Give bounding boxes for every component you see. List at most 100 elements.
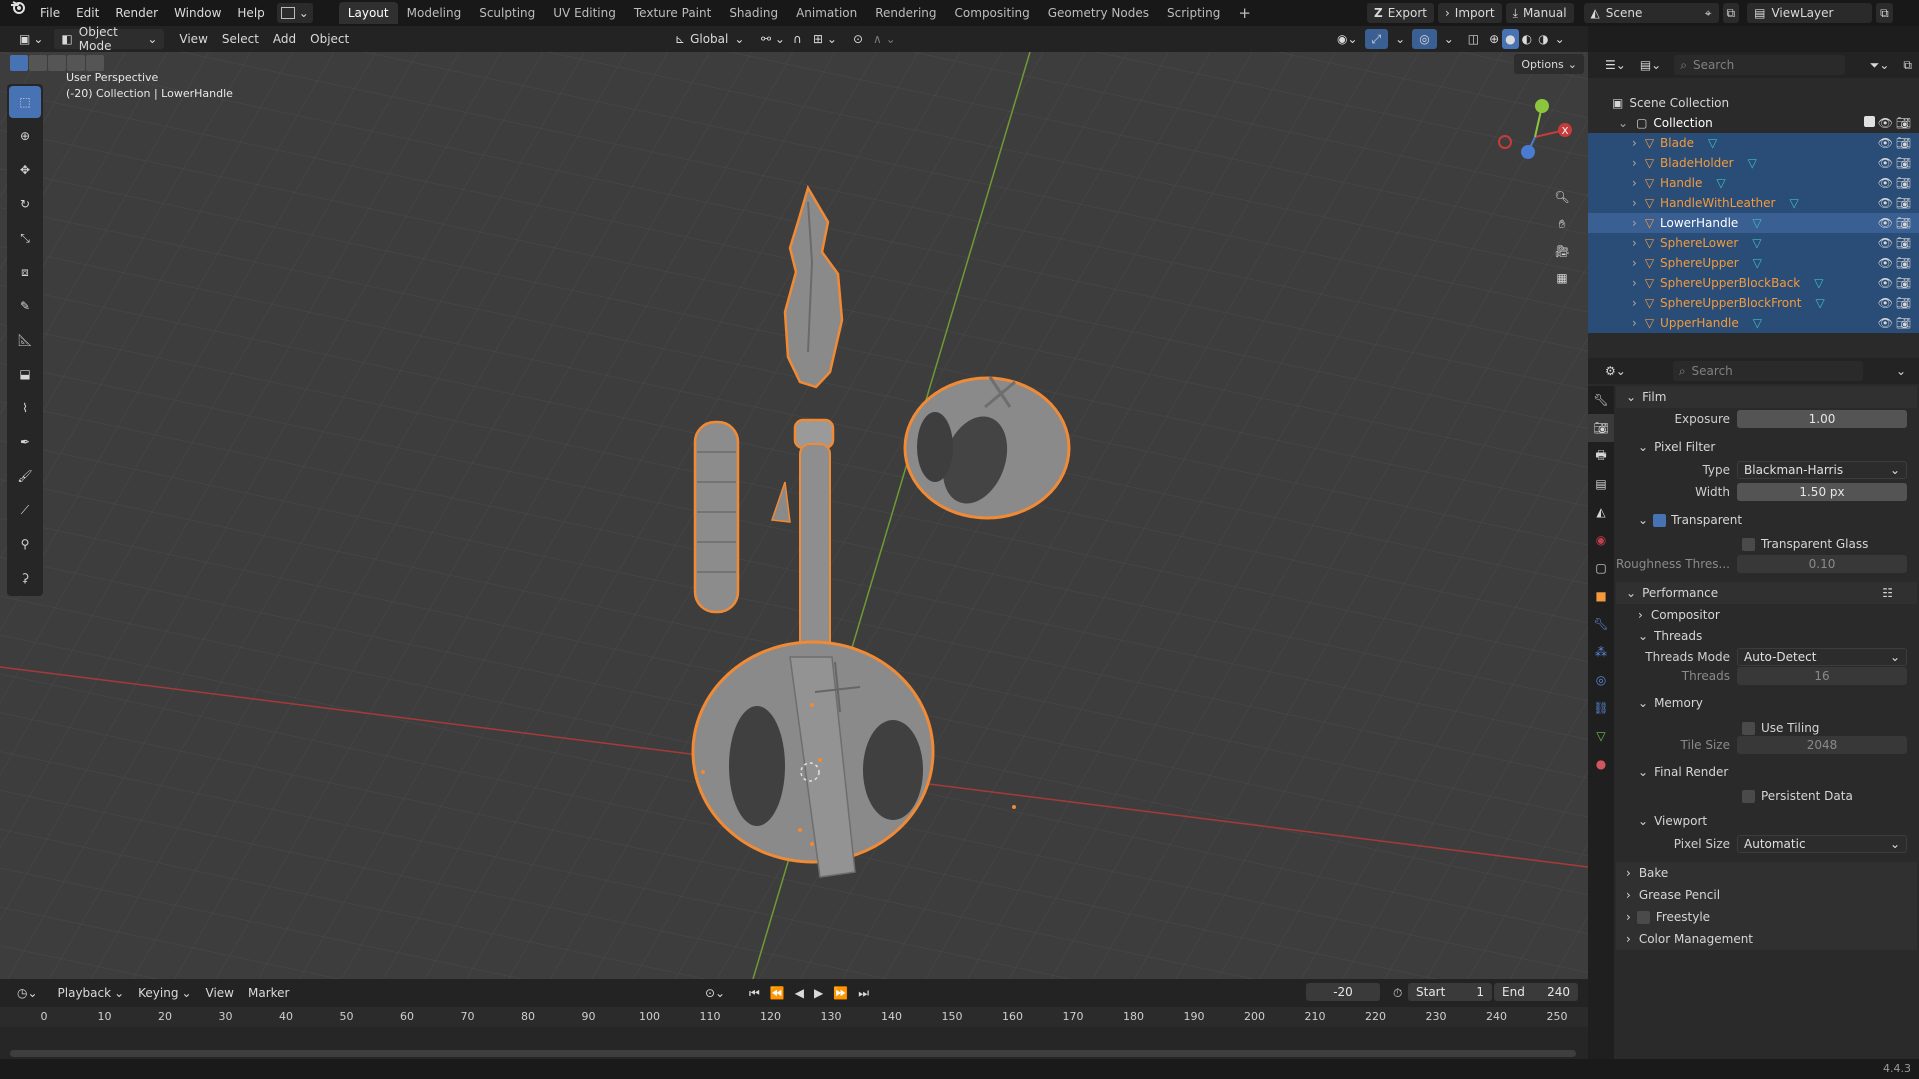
mode-selector[interactable]: ◧ Object Mode ⌄ (54, 25, 165, 53)
outliner-row-sphereupperblockfront[interactable]: › ▽ SphereUpperBlockFront ▽ 👁︎ 📷︎ (1588, 293, 1919, 313)
pixel-size-dropdown[interactable]: Automatic ⌄ (1737, 835, 1907, 853)
start-frame-field[interactable]: Start 1 (1408, 983, 1492, 1001)
tile-size-field[interactable]: 2048 (1737, 736, 1907, 754)
import-button[interactable]: › Import (1437, 3, 1502, 23)
camera-icon[interactable]: 📷︎ (1896, 216, 1911, 230)
chevron-right-icon[interactable]: › (1632, 196, 1637, 210)
select-subtract-icon[interactable] (48, 55, 66, 71)
outliner-search[interactable]: ⌕ Search (1674, 55, 1845, 75)
eye-icon[interactable]: 👁︎ (1878, 256, 1893, 270)
jump-end-icon[interactable]: ⏭ (854, 983, 873, 1003)
chevron-right-icon[interactable]: › (1632, 276, 1637, 290)
exposure-field[interactable]: 1.00 (1737, 410, 1907, 428)
new-view-layer-button[interactable]: ⧉ (1876, 3, 1893, 23)
select-invert-icon[interactable] (67, 55, 85, 71)
select-new-icon[interactable] (10, 55, 28, 71)
brush-icon[interactable]: 🖌︎ (9, 460, 41, 492)
constraints-tab-icon[interactable]: ⛓︎ (1588, 694, 1614, 722)
tab-geometry-nodes[interactable]: Geometry Nodes (1039, 2, 1158, 24)
bake-panel-header[interactable]: › Bake (1616, 862, 1917, 884)
chevron-right-icon[interactable]: › (1632, 316, 1637, 330)
tab-animation[interactable]: Animation (787, 2, 866, 24)
options-dropdown[interactable]: Options ⌄ (1514, 54, 1584, 74)
chevron-right-icon[interactable]: › (1632, 256, 1637, 270)
outliner-row-lowerhandle[interactable]: › ▽ LowerHandle ▽ 👁︎ 📷︎ (1588, 213, 1919, 233)
snap-target[interactable]: ⊞ ⌄ (806, 29, 844, 49)
overlay-dropdown[interactable]: ⌄ (1437, 29, 1461, 49)
chevron-right-icon[interactable]: › (1632, 216, 1637, 230)
threads-mode-dropdown[interactable]: Auto-Detect ⌄ (1737, 648, 1907, 666)
eye-icon[interactable]: 👁︎ (1878, 236, 1893, 250)
xray-toggle-icon[interactable]: ◫ (1461, 29, 1486, 49)
eye-icon[interactable]: 👁︎ (1878, 316, 1893, 330)
roughness-threshold-field[interactable]: 0.10 (1737, 555, 1907, 573)
outliner-row-upperhandle[interactable]: › ▽ UpperHandle ▽ 👁︎ 📷︎ (1588, 313, 1919, 333)
vertex-paint-icon[interactable]: ⚲ (9, 528, 41, 560)
threads-field[interactable]: 16 (1737, 667, 1907, 685)
camera-icon[interactable]: 📷︎ (1896, 136, 1911, 150)
timeline-view-menu[interactable]: View (199, 983, 241, 1003)
annotate-icon[interactable]: ✎ (9, 290, 41, 322)
outliner-row-spherelower[interactable]: › ▽ SphereLower ▽ 👁︎ 📷︎ (1588, 233, 1919, 253)
render-tab-icon[interactable]: 📷︎ (1588, 414, 1614, 442)
measure-icon[interactable]: 📐︎ (9, 324, 41, 356)
pen-icon[interactable]: ✒ (9, 426, 41, 458)
viewport-scene[interactable] (0, 52, 1588, 979)
camera-icon[interactable]: 📷︎ (1896, 196, 1911, 210)
eye-icon[interactable]: 👁︎ (1878, 276, 1893, 290)
menu-select[interactable]: Select (215, 29, 266, 49)
overlay-toggle-icon[interactable]: ◎ (1412, 29, 1437, 49)
data-tab-icon[interactable]: ▽ (1588, 722, 1614, 750)
final-render-subpanel[interactable]: ⌄ Final Render (1616, 761, 1917, 783)
shading-dropdown[interactable]: ⌄ (1552, 29, 1568, 49)
export-button[interactable]: Z Export (1367, 3, 1434, 23)
compositor-subpanel[interactable]: › Compositor (1616, 604, 1917, 626)
scene-selector[interactable]: ◭ Scene ⌖ (1583, 3, 1719, 23)
outliner-editor-type[interactable]: ☰⌄ (1598, 55, 1633, 75)
scene-collection-row[interactable]: ▣ Scene Collection (1588, 93, 1919, 113)
select-intersect-icon[interactable] (86, 55, 104, 71)
blender-icon[interactable] (0, 0, 32, 26)
orientation-selector[interactable]: ⊾ Global ⌄ (668, 29, 751, 49)
chevron-down-icon[interactable]: ⌄ (1889, 361, 1913, 381)
pixel-filter-subpanel[interactable]: ⌄ Pixel Filter (1616, 436, 1917, 458)
rotate-icon[interactable]: ↻ (9, 188, 41, 220)
camera-icon[interactable]: 📷︎ (1896, 156, 1911, 170)
camera-icon[interactable]: 📷︎ (1896, 276, 1911, 290)
output-tab-icon[interactable]: 🖶︎ (1588, 442, 1614, 470)
wireframe-shading-icon[interactable]: ⊕ (1486, 29, 1502, 49)
zoom-icon[interactable]: 🔍︎ (1550, 185, 1574, 209)
material-tab-icon[interactable]: ● (1588, 750, 1614, 778)
color-management-panel-header[interactable]: › Color Management (1616, 928, 1917, 950)
chevron-right-icon[interactable]: › (1632, 236, 1637, 250)
tab-uv-editing[interactable]: UV Editing (544, 2, 625, 24)
outliner-row-blade[interactable]: › ▽ Blade ▽ 👁︎ 📷︎ (1588, 133, 1919, 153)
use-tiling-checkbox[interactable] (1742, 721, 1755, 735)
outliner-row-handle[interactable]: › ▽ Handle ▽ 👁︎ 📷︎ (1588, 173, 1919, 193)
jump-keyframe-back-icon[interactable]: ⏪ (766, 983, 789, 1003)
keying-menu[interactable]: Keying ⌄ (131, 983, 198, 1003)
tab-layout[interactable]: Layout (338, 2, 398, 24)
timeline-body[interactable]: 0 10 20 30 40 50 60 70 80 90 100 110 120 130 140 150 160… (0, 1007, 1588, 1059)
solid-shading-icon[interactable]: ● (1502, 29, 1519, 49)
transform-icon[interactable]: ⧈ (9, 256, 41, 288)
sphere-upper-mesh[interactable] (903, 376, 1071, 520)
jump-keyframe-forward-icon[interactable]: ⏩ (829, 983, 852, 1003)
gizmo-toggle-icon[interactable]: ⤢ (1364, 29, 1389, 49)
menu-edit[interactable]: Edit (68, 0, 107, 26)
playback-menu[interactable]: Playback ⌄ (51, 983, 132, 1003)
scale-icon[interactable]: ⤡ (9, 222, 41, 254)
weight-icon[interactable]: ⚳ (9, 562, 41, 594)
z-axis-handle[interactable] (1521, 145, 1535, 159)
tab-shading[interactable]: Shading (720, 2, 787, 24)
neg-x-axis-handle[interactable] (1498, 135, 1512, 149)
eye-icon[interactable]: 👁︎ (1878, 216, 1893, 230)
camera-icon[interactable]: 📷︎ (1896, 236, 1911, 250)
editor-layout-button[interactable]: ⌄ (276, 3, 313, 23)
add-cube-icon[interactable]: ⬓ (9, 358, 41, 390)
play-icon[interactable]: ▶ (810, 983, 827, 1003)
pixel-filter-width-field[interactable]: 1.50 px (1737, 483, 1907, 501)
camera-view-icon[interactable]: 🎥︎ (1550, 239, 1574, 263)
handle-with-leather-mesh[interactable] (693, 420, 740, 614)
memory-subpanel[interactable]: ⌄ Memory (1616, 692, 1917, 714)
